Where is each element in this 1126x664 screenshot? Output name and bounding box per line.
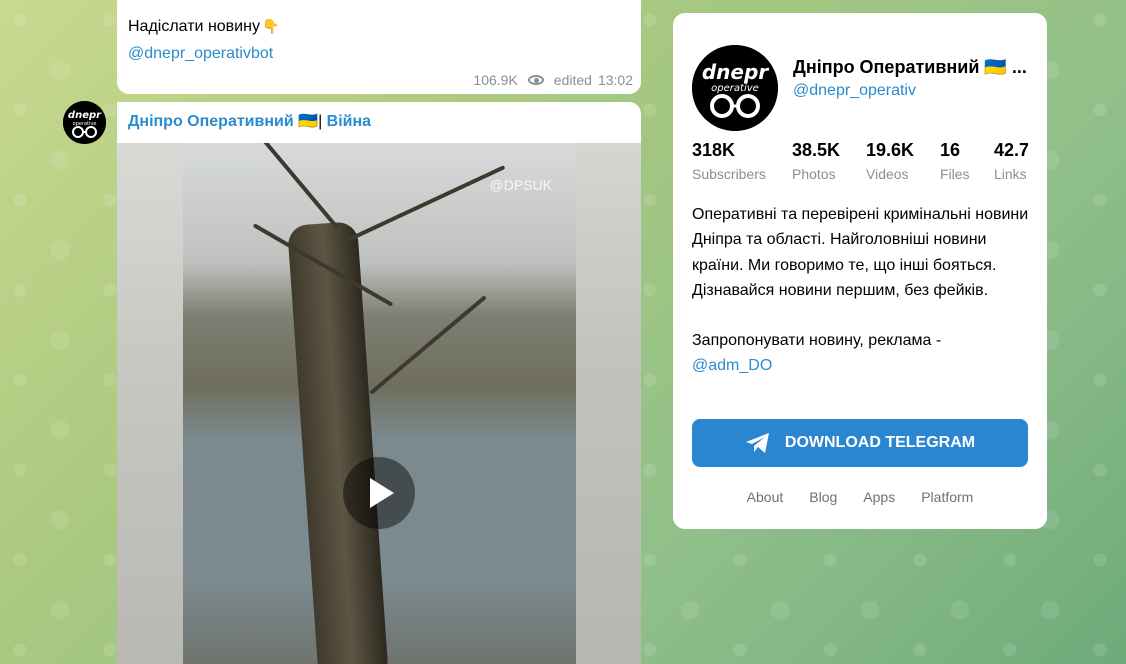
views-count: 106.9K [473,72,518,88]
stat-subscribers: 318K Subscribers [692,140,766,182]
stat-value: 19.6K [866,140,915,160]
stat-videos[interactable]: 19.6K Videos [866,140,914,182]
download-button-label: DOWNLOAD TELEGRAM [784,434,976,451]
stat-photos[interactable]: 38.5K Photos [792,140,840,182]
stat-value: 38.5K [792,140,841,160]
message-text: Надіслати новину 👇 [128,18,279,36]
author-name: Дніпро Оперативний 🇺🇦 [128,113,319,130]
avatar-logo-text: dnepr [702,60,769,84]
author-tag: Війна [326,113,372,130]
channel-info-card: dnepr operative Дніпро Оперативний 🇺🇦 ..… [673,13,1047,529]
eye-icon [527,75,544,85]
pointing-down-icon: 👇 [261,18,280,34]
video-thumbnail: @DPSUK [183,143,576,664]
stat-label: Links [994,166,1027,182]
telegram-plane-icon [745,433,769,453]
description-text: Оперативні та перевірені кримінальні нов… [692,206,1029,299]
author-separator: | [318,113,323,130]
tree-branch [246,143,340,230]
play-icon[interactable] [343,457,415,529]
stat-value: 16 [940,140,961,160]
svg-text:operative: operative [73,121,97,127]
channel-avatar[interactable]: dnepr operative [63,101,106,144]
admin-link[interactable]: @adm_DO [692,353,1032,378]
stat-value: 318K [692,140,736,160]
channel-title: Дніпро Оперативний 🇺🇦 ... [793,57,1027,77]
stat-files[interactable]: 16 Files [940,140,970,182]
suggest-text: Запропонувати новину, реклама - [692,332,942,350]
stat-label: Subscribers [692,166,766,182]
video-blur-left [117,143,183,664]
bot-link[interactable]: @dnepr_operativbot [128,45,273,63]
avatar-logo-subtext: operative [711,83,759,94]
stat-label: Photos [792,166,836,182]
svg-text:dnepr: dnepr [68,110,102,121]
stat-label: Files [940,166,970,182]
message-text-label: Надіслати новину [128,18,260,35]
channel-handle[interactable]: @dnepr_operativ [793,82,916,100]
tree-trunk [287,221,389,664]
footer-link-apps[interactable]: Apps [863,489,895,505]
stat-links[interactable]: 42.7 Links [994,140,1028,182]
message-meta: 106.9K edited 13:02 [473,72,633,88]
stat-label: Videos [866,166,909,182]
footer-links: About Blog Apps Platform [673,489,1047,505]
channel-stats: 318K Subscribers 38.5K Photos 19.6K Vide… [692,140,1028,184]
video-player[interactable]: @DPSUK [117,143,641,664]
edited-label: edited [553,72,592,88]
tree-branch [369,295,487,395]
video-blur-right [576,143,641,664]
video-watermark: @DPSUK [489,177,552,193]
footer-link-about[interactable]: About [747,489,784,505]
message-time: 13:02 [597,72,633,88]
tree-branch [340,165,506,245]
message-bubble-video: Дніпро Оперативний 🇺🇦| Війна @DPSUK [117,102,641,664]
message-author[interactable]: Дніпро Оперативний 🇺🇦| Війна [128,111,371,131]
stat-value: 42.7 [994,140,1028,160]
channel-avatar-large: dnepr operative [692,45,778,131]
channel-description: Оперативні та перевірені кримінальні нов… [692,202,1032,379]
footer-link-platform[interactable]: Platform [921,489,973,505]
footer-link-blog[interactable]: Blog [809,489,837,505]
message-bubble: Надіслати новину 👇 @dnepr_operativbot 106… [117,0,641,94]
download-telegram-button[interactable]: DOWNLOAD TELEGRAM [692,419,1028,467]
